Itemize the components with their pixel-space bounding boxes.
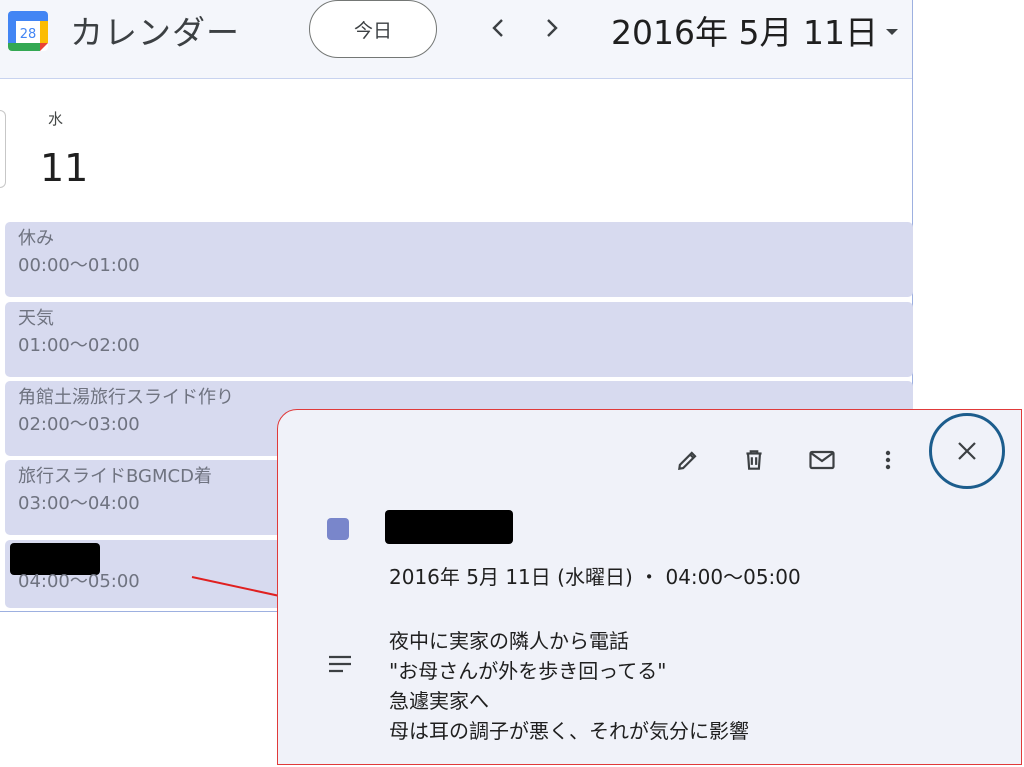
event-color-indicator: [327, 518, 349, 540]
close-icon: [958, 442, 976, 460]
svg-text:28: 28: [20, 27, 37, 42]
day-of-week: 水: [48, 110, 64, 128]
app-title: カレンダー: [70, 13, 240, 52]
description-line: 母は耳の調子が悪く、それが気分に影響: [389, 719, 749, 743]
top-bar: 28 カレンダー 今日 2016年 5月 11日: [0, 0, 912, 79]
event-title: 角館土湯旅行スライド作り: [18, 387, 234, 408]
description-line: 急遽実家へ: [389, 689, 489, 713]
event-chip[interactable]: 天気 01:00〜02:00: [5, 302, 913, 377]
edit-event-button[interactable]: [668, 440, 708, 480]
more-options-button[interactable]: [868, 440, 908, 480]
event-time: 04:00〜05:00: [18, 571, 140, 592]
description-line: "お母さんが外を歩き回ってる": [389, 659, 667, 683]
current-date-label[interactable]: 2016年 5月 11日: [611, 6, 878, 54]
mail-icon: [809, 450, 835, 470]
trash-icon: [746, 450, 762, 470]
pencil-icon: [678, 451, 697, 470]
prev-day-button[interactable]: [478, 10, 518, 46]
date-dropdown[interactable]: [880, 20, 904, 44]
email-guests-button[interactable]: [802, 440, 842, 480]
redacted-popup-title: [385, 510, 513, 544]
next-day-button[interactable]: [532, 10, 572, 46]
close-popup-button[interactable]: [929, 413, 1005, 489]
google-calendar-logo: 28: [8, 11, 48, 51]
event-chip[interactable]: 休み 00:00〜01:00: [5, 222, 913, 297]
today-button[interactable]: 今日: [309, 0, 437, 58]
event-time: 01:00〜02:00: [18, 335, 140, 356]
caret-down-icon: [886, 29, 898, 35]
event-details-popup: 2016年 5月 11日 (水曜日) ・ 04:00〜05:00 夜中に実家の隣…: [277, 409, 1022, 765]
notes-icon: [329, 655, 351, 673]
side-panel-handle[interactable]: [0, 110, 6, 188]
description-line: 夜中に実家の隣人から電話: [389, 629, 629, 653]
delete-event-button[interactable]: [734, 440, 774, 480]
day-number[interactable]: 11: [40, 146, 88, 190]
event-title: 休み: [18, 228, 54, 249]
chevron-right-icon: [547, 19, 558, 37]
more-vert-icon: [885, 450, 891, 470]
event-time: 00:00〜01:00: [18, 255, 140, 276]
event-description: 夜中に実家の隣人から電話 "お母さんが外を歩き回ってる" 急遽実家へ 母は耳の調…: [389, 626, 749, 746]
event-title: 天気: [18, 308, 54, 329]
event-datetime: 2016年 5月 11日 (水曜日) ・ 04:00〜05:00: [389, 565, 801, 589]
chevron-left-icon: [492, 19, 503, 37]
